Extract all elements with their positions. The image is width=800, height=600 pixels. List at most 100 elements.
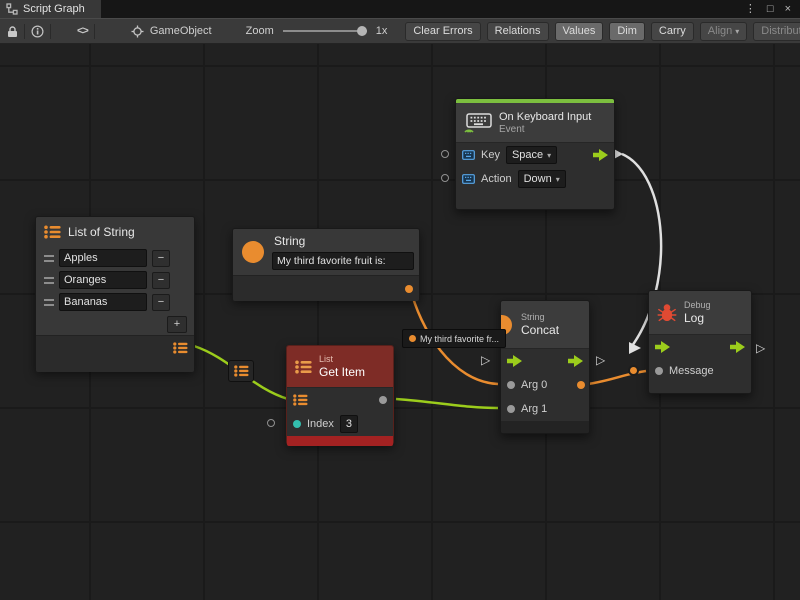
error-bar (287, 436, 393, 446)
chevron-down-icon: ▾ (735, 27, 739, 36)
wire-getitem-to-concat (396, 399, 498, 408)
zoom-slider-track (283, 30, 367, 32)
chevron-down-icon: ▾ (556, 175, 560, 184)
action-dropdown[interactable]: Down ▾ (518, 170, 566, 188)
node-title: Get Item (319, 365, 365, 379)
action-port-icon (462, 174, 475, 184)
zoom-slider-knob[interactable] (357, 26, 367, 36)
key-label: Key (481, 149, 500, 161)
list-icon (234, 365, 249, 377)
flow-output-port[interactable] (593, 149, 608, 161)
key-dropdown[interactable]: Space ▾ (506, 146, 557, 164)
flow-port-marker[interactable]: ▷ (596, 354, 605, 367)
node-title: Concat (521, 323, 559, 337)
distribute-label: Distribute (761, 25, 800, 37)
zoom-value: 1x (376, 25, 388, 37)
code-icon[interactable]: <> (77, 25, 88, 37)
list-item-row: − (36, 247, 194, 269)
wire-value-text: My third favorite fr... (420, 334, 499, 344)
node-concat[interactable]: String Concat Arg 0 Arg 1 (500, 300, 590, 434)
node-title: On Keyboard Input (499, 111, 591, 123)
node-string-literal[interactable]: String (232, 228, 420, 300)
window-controls: ⋮ □ × (745, 0, 800, 18)
gameobject-icon (131, 25, 144, 38)
node-footer (501, 421, 589, 434)
result-output-port[interactable] (577, 381, 585, 389)
drag-handle-icon[interactable] (44, 299, 54, 306)
key-port-marker[interactable] (441, 150, 449, 158)
drag-handle-icon[interactable] (44, 255, 54, 262)
node-category: String (521, 312, 559, 322)
index-label: Index (307, 418, 334, 430)
message-input-port[interactable] (655, 367, 663, 375)
title-bar: Script Graph ⋮ □ × (0, 0, 800, 18)
keyboard-icon (464, 113, 492, 133)
item-output-port[interactable] (379, 396, 387, 404)
carry-button[interactable]: Carry (651, 22, 694, 41)
flow-port-marker[interactable]: ▷ (481, 354, 490, 367)
message-label: Message (669, 365, 714, 377)
action-label: Action (481, 173, 512, 185)
relations-button[interactable]: Relations (487, 22, 549, 41)
node-get-item[interactable]: List Get Item Index (286, 345, 394, 445)
node-title: Log (684, 311, 711, 325)
action-port-marker[interactable] (441, 174, 449, 182)
flow-output-port[interactable] (568, 355, 583, 367)
list-item-input[interactable] (59, 293, 147, 311)
list-item-input[interactable] (59, 249, 147, 267)
remove-item-button[interactable]: − (152, 272, 170, 289)
drag-handle-icon[interactable] (44, 277, 54, 284)
arg1-input-port[interactable] (507, 405, 515, 413)
string-output-port[interactable] (405, 285, 413, 293)
index-input-port[interactable] (293, 420, 301, 428)
node-list-of-string[interactable]: List of String − − − + (35, 216, 195, 371)
zoom-label: Zoom (246, 25, 274, 37)
graph-canvas[interactable]: List of String − − − + (0, 44, 800, 600)
toolbar-separator (24, 24, 25, 39)
node-category: List (319, 354, 365, 364)
list-input-port[interactable] (293, 394, 308, 406)
node-category: Debug (684, 300, 711, 310)
clear-errors-button[interactable]: Clear Errors (405, 22, 480, 41)
string-value-icon (409, 335, 416, 342)
arg0-label: Arg 0 (521, 379, 547, 391)
string-icon (242, 241, 264, 263)
window-close-icon[interactable]: × (785, 0, 791, 18)
window-menu-icon[interactable]: ⋮ (745, 0, 756, 18)
node-log[interactable]: Debug Log Message (648, 290, 752, 394)
key-port-icon (462, 150, 475, 160)
flow-port-marker[interactable]: ▷ (756, 342, 765, 355)
align-label: Align (708, 25, 732, 37)
add-item-button[interactable]: + (167, 316, 187, 333)
graph-toolbar: <> GameObject Zoom 1x Clear Errors Relat… (0, 18, 800, 44)
flow-input-port[interactable] (507, 355, 522, 367)
gameobject-label[interactable]: GameObject (150, 25, 212, 37)
info-icon[interactable] (31, 25, 44, 38)
window-dock-icon[interactable]: □ (767, 0, 774, 18)
script-graph-tab[interactable]: Script Graph (0, 0, 101, 18)
distribute-button[interactable]: Distribute ▾ (753, 22, 800, 41)
flow-output-port[interactable] (730, 341, 745, 353)
window-title: Script Graph (23, 3, 85, 15)
list-output-port[interactable] (173, 342, 188, 354)
graph-icon (6, 3, 18, 15)
remove-item-button[interactable]: − (152, 250, 170, 267)
flow-input-port[interactable] (655, 341, 670, 353)
toolbar-separator (50, 24, 51, 39)
node-on-keyboard-input[interactable]: On Keyboard Input Event Key Space ▾ Acti… (455, 98, 615, 210)
dim-button[interactable]: Dim (609, 22, 645, 41)
list-item-input[interactable] (59, 271, 147, 289)
chevron-down-icon: ▾ (547, 151, 551, 160)
index-input[interactable] (340, 415, 358, 433)
remove-item-button[interactable]: − (152, 294, 170, 311)
align-button[interactable]: Align ▾ (700, 22, 747, 41)
key-value: Space (512, 149, 543, 161)
lock-icon[interactable] (7, 25, 18, 38)
list-item-row: − (36, 291, 194, 313)
values-button[interactable]: Values (555, 22, 604, 41)
string-value-input[interactable] (272, 252, 414, 270)
list-icon (295, 360, 312, 374)
zoom-slider[interactable] (283, 25, 367, 37)
arg0-input-port[interactable] (507, 381, 515, 389)
index-port-marker[interactable] (267, 419, 275, 427)
